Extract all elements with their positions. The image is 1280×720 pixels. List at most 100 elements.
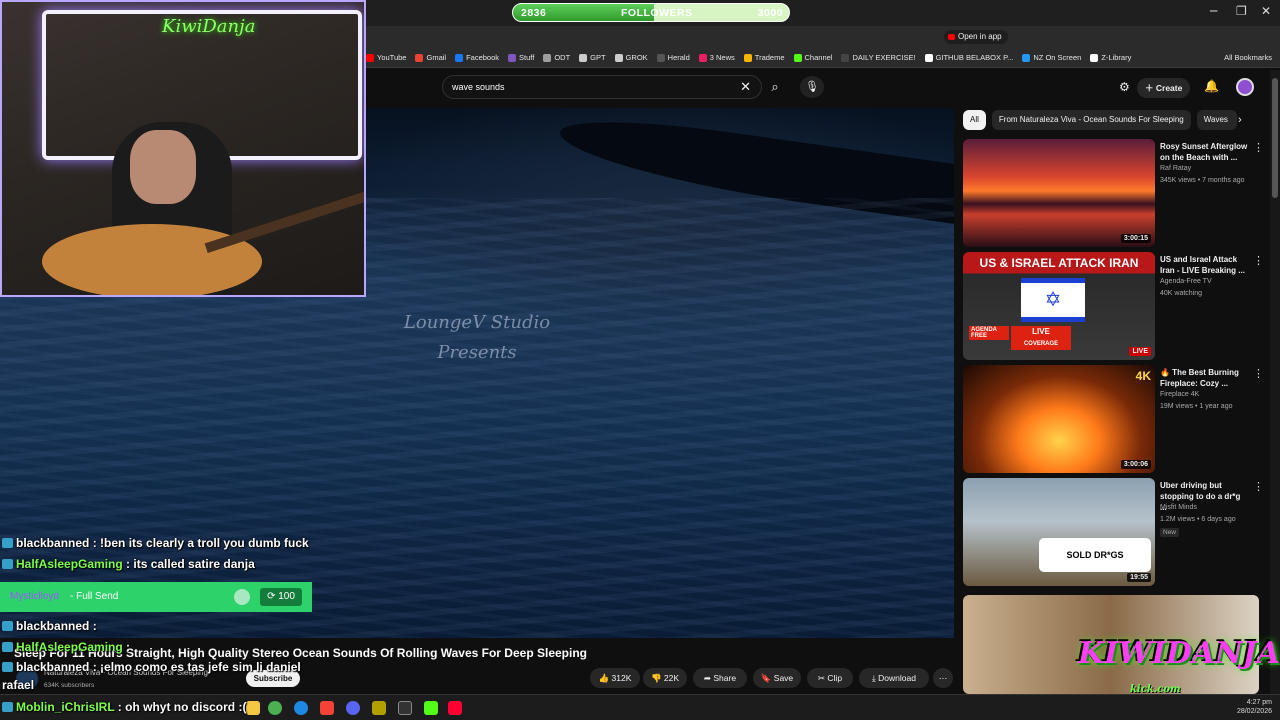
chat-message: blackbanned : ¡elmo como es tas jefe sim… (2, 660, 301, 674)
chat-username[interactable]: blackbanned (16, 619, 89, 633)
recommendation-meta: 1.2M views • 6 days ago (1160, 516, 1236, 523)
bookmark-label: Stuff (519, 53, 535, 62)
video-thumbnail[interactable]: SOLD DR*GS 19:55 (963, 478, 1155, 586)
recommendation-channel[interactable]: Misfit Minds (1160, 504, 1197, 511)
redeem-cost: ⟳ 100 (260, 588, 302, 606)
like-button[interactable]: 👍 312K (590, 668, 640, 688)
bookmark-item[interactable]: ODT (543, 53, 570, 62)
bookmark-item[interactable]: Z-Library (1090, 53, 1131, 62)
chat-username[interactable]: blackbanned (16, 660, 89, 674)
maximize-icon[interactable]: ❐ (1236, 4, 1247, 18)
recommendation-channel[interactable]: Raf Ratay (1160, 165, 1191, 172)
video-thumbnail[interactable]: 4K 3:00:06 (963, 365, 1155, 473)
bookmark-item[interactable]: Stuff (508, 53, 534, 62)
recommendation-item[interactable]: 3:00:15 Rosy Sunset Afterglow on the Beac… (963, 139, 1273, 247)
filter-chip[interactable]: All (963, 110, 986, 130)
bookmark-label: ODT (554, 53, 571, 62)
chevron-right-icon[interactable]: › (1238, 114, 1242, 126)
thumbnail-headline-text: SOLD DR*GS (1066, 550, 1124, 560)
recommendation-title[interactable]: Rosy Sunset Afterglow on the Beach with … (1160, 141, 1248, 163)
bookmark-label: Facebook (466, 53, 500, 62)
kick-branding-overlay: KIWIDANJA kick.com (1078, 636, 1280, 706)
notifications-icon[interactable]: 🔔 (1204, 79, 1219, 93)
chat-message: blackbanned : !ben its clearly a troll y… (2, 536, 309, 550)
clip-button[interactable]: ✂ Clip (807, 668, 853, 688)
neon-sign: KiwiDanja (162, 16, 256, 37)
recommendation-channel[interactable]: Fireplace 4K (1160, 391, 1199, 398)
thumbnail-headline: SOLD DR*GS (1039, 538, 1151, 572)
chat-text: : its called satire danja (122, 557, 255, 571)
save-button[interactable]: 🔖 Save (753, 668, 801, 688)
followers-target: 3000 (757, 7, 783, 19)
clock-date: 28/02/2026 (1236, 708, 1272, 715)
recommendation-item[interactable]: US & ISRAEL ATTACK IRAN ✡ AGENDA FREE LIVE C… (963, 252, 1273, 360)
recommendation-channel[interactable]: Agenda-Free TV (1160, 278, 1212, 285)
clear-search-icon[interactable]: ✕ (740, 79, 751, 95)
search-icon[interactable]: ⌕ (762, 75, 788, 99)
webcam-overlay: KiwiDanja (0, 0, 366, 297)
search-box[interactable]: wave sounds ✕ (442, 75, 762, 99)
channel-point-redeem: Mysticlloyd - Full Send ⟳ 100 (0, 582, 312, 612)
microphone-icon[interactable]: 🎙 (800, 76, 824, 98)
close-window-icon[interactable]: ✕ (1261, 4, 1271, 18)
bookmark-item[interactable]: Trademe (743, 53, 785, 62)
filter-chip[interactable]: Waves (1196, 110, 1237, 130)
filter-chip[interactable]: From Naturaleza Viva - Ocean Sounds For … (991, 110, 1191, 130)
video-thumbnail[interactable]: 3:00:15 (963, 139, 1155, 247)
more-options-icon[interactable]: ⋮ (1253, 480, 1264, 493)
chat-username[interactable]: Moblin_iChrisIRL (16, 700, 114, 714)
chat-message: HalfAsleepGaming : its called satire dan… (2, 557, 255, 571)
recommendation-meta: 345K views • 7 months ago (1160, 177, 1245, 184)
minimize-icon[interactable]: ─ (1210, 4, 1217, 18)
bookmark-item[interactable]: Herald (656, 53, 690, 62)
bookmark-item[interactable]: GPT (579, 53, 606, 62)
recommendation-title[interactable]: US and Israel Attack Iran - LIVE Breakin… (1160, 254, 1248, 276)
chat-username[interactable]: HalfAsleepGaming (16, 640, 123, 654)
bookmark-item[interactable]: 3 News (698, 53, 735, 62)
open-in-app-button[interactable]: Open in app (944, 30, 1008, 44)
bookmark-item[interactable]: Channel (793, 53, 832, 62)
bookmark-item[interactable]: GROK (614, 53, 648, 62)
video-thumbnail[interactable]: US & ISRAEL ATTACK IRAN ✡ AGENDA FREE LIVE C… (963, 252, 1155, 360)
bookmark-favicon-icon (656, 53, 665, 62)
clip-label: Clip (827, 673, 843, 683)
bookmark-item[interactable]: Gmail (415, 53, 446, 62)
more-actions-icon[interactable]: ⋯ (933, 668, 953, 688)
page-scrollbar[interactable] (1270, 70, 1280, 694)
bookmark-favicon-icon (415, 53, 424, 62)
bookmark-item[interactable]: NZ On Screen (1022, 53, 1081, 62)
recommendation-item[interactable]: SOLD DR*GS 19:55 Uber driving but stopping… (963, 478, 1273, 586)
recommendation-meta: 40K watching (1160, 290, 1203, 297)
more-options-icon[interactable]: ⋮ (1253, 141, 1264, 154)
watermark-line1: LoungeV Studio (403, 312, 551, 333)
recommendation-title[interactable]: 🔥 The Best Burning Fireplace: Cozy ... (1160, 367, 1248, 389)
followers-current: 2836 (521, 7, 547, 19)
more-options-icon[interactable]: ⋮ (1253, 367, 1264, 380)
thumbnail-headline: US & ISRAEL ATTACK IRAN (979, 256, 1139, 270)
more-options-icon[interactable]: ⋮ (1253, 254, 1264, 267)
bookmark-item[interactable]: DAILY EXERCISE! (841, 53, 916, 62)
create-label: Create (1155, 83, 1183, 93)
new-badge: New (1160, 528, 1180, 537)
bookmark-favicon-icon (1090, 53, 1099, 62)
scrollbar-thumb[interactable] (1272, 78, 1278, 198)
bookmark-item[interactable]: Facebook (455, 53, 499, 62)
chat-username[interactable]: blackbanned (16, 536, 89, 550)
bookmark-label: DAILY EXERCISE! (852, 53, 916, 62)
bookmark-favicon-icon (543, 53, 552, 62)
settings-icon[interactable]: ⚙ (1119, 80, 1130, 94)
search-input[interactable]: wave sounds (452, 82, 505, 92)
download-button[interactable]: ⤓ Download (859, 668, 929, 688)
bookmark-item[interactable]: YouTube (366, 53, 406, 62)
redeem-reward: - Full Send (70, 591, 119, 602)
share-button[interactable]: ➦ Share (693, 668, 747, 688)
avatar[interactable] (1236, 78, 1254, 96)
bookmark-label: GROK (625, 53, 648, 62)
recommendation-item[interactable]: 4K 3:00:06 🔥 The Best Burning Fireplace: C… (963, 365, 1273, 473)
bookmark-item[interactable]: GITHUB BELABOX P... (924, 53, 1013, 62)
chat-username[interactable]: HalfAsleepGaming (16, 557, 123, 571)
dislike-button[interactable]: 👎 22K (643, 668, 687, 688)
all-bookmarks-button[interactable]: All Bookmarks (1224, 53, 1272, 62)
create-button[interactable]: ＋ Create (1137, 78, 1191, 98)
chat-username[interactable]: rafael (2, 678, 34, 692)
